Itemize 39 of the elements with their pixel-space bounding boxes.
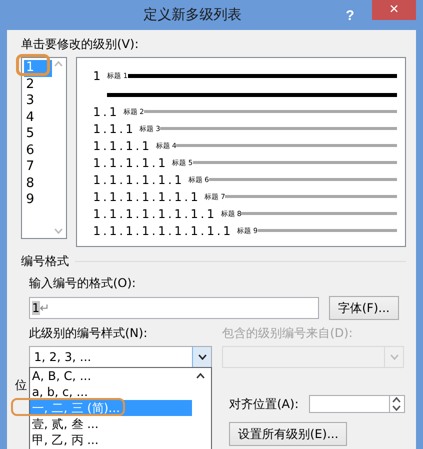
align-label: 对齐位置(A):	[229, 396, 299, 412]
level-item[interactable]: 8	[24, 176, 52, 192]
level-item[interactable]: 5	[24, 126, 52, 142]
chevron-up-icon[interactable]	[392, 397, 402, 403]
preview-number: 1.1.1.1.1.1.1	[93, 190, 201, 204]
window-title: 定义新多级列表	[142, 6, 242, 24]
section-title: 编号格式	[21, 253, 69, 270]
chevron-down-icon[interactable]	[198, 354, 206, 360]
level-item[interactable]: 6	[24, 142, 52, 159]
preview-number: 1.1.1.1.1.1.1.1	[93, 206, 217, 220]
preview-number: 1.1.1	[93, 122, 136, 136]
style-option[interactable]: 壹, 贰, 叁 ...	[30, 416, 192, 432]
level-label: 单击要修改的级别(V):	[21, 36, 140, 53]
level-item[interactable]: 9	[24, 192, 52, 208]
format-field[interactable]: 1↵	[29, 297, 319, 319]
scroll-up-icon[interactable]	[196, 373, 205, 379]
include-label: 包含的级别编号来自(D):	[222, 325, 353, 342]
position-label: 位	[15, 377, 27, 394]
align-spin-field[interactable]	[308, 395, 405, 413]
set-all-levels-button[interactable]: 设置所有级别(E)...	[229, 422, 348, 446]
close-button[interactable]: ×	[372, 0, 416, 20]
preview-number: 1.1.1.1.1	[93, 156, 168, 170]
preview-number: 1.1.1.1.1.1.1.1.1	[93, 224, 234, 238]
preview-number: 1.1.1.1.1.1	[93, 172, 184, 186]
style-option[interactable]: A, B, C, ...	[30, 368, 192, 384]
level-item[interactable]: 7	[24, 159, 52, 176]
level-item[interactable]: 4	[24, 110, 52, 126]
preview-number: 1.1	[93, 104, 120, 118]
level-item[interactable]: 3	[24, 93, 52, 110]
style-option[interactable]: 甲, 乙, 丙 ...	[30, 432, 192, 448]
style-label: 此级别的编号样式(N):	[29, 325, 148, 342]
level-item[interactable]: 2	[24, 76, 52, 93]
preview-number: 1	[93, 69, 104, 83]
chevron-down-icon[interactable]	[392, 405, 402, 411]
style-option[interactable]: a, b, c, ...	[30, 384, 192, 400]
font-button[interactable]: 字体(F)...	[329, 296, 399, 320]
format-label: 输入编号的格式(O):	[29, 275, 137, 292]
preview-number: 1.1.1.1	[93, 138, 152, 152]
style-dropdown[interactable]: 1, 2, 3, ...	[29, 346, 212, 368]
